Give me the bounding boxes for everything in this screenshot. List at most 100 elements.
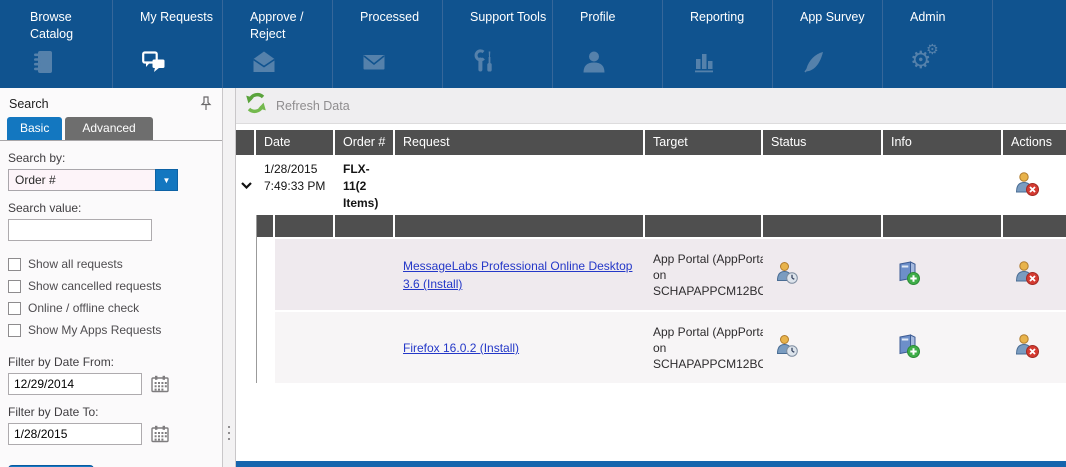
nested-header-cell — [395, 215, 645, 237]
search-value-label: Search value: — [0, 191, 222, 219]
nested-header-cell — [883, 215, 1003, 237]
column-expand — [236, 130, 256, 155]
date-cell — [275, 239, 335, 310]
nested-header — [257, 215, 1066, 237]
group-date: 1/28/2015 7:49:33 PM — [256, 155, 335, 215]
checkbox-label: Show cancelled requests — [28, 279, 161, 293]
nav-label: Approve / Reject — [250, 9, 334, 43]
pin-icon[interactable] — [200, 96, 212, 111]
refresh-label: Refresh Data — [276, 99, 350, 113]
date-from-input[interactable] — [8, 373, 142, 395]
footer-bar — [236, 461, 1066, 467]
checkbox[interactable] — [8, 324, 21, 337]
request-cell: MessageLabs Professional Online Desktop … — [395, 239, 645, 310]
requests-table: Date Order # Request Target Status Info … — [236, 130, 1066, 383]
checkbox[interactable] — [8, 280, 21, 293]
request-link[interactable]: Firefox 16.0.2 (Install) — [403, 339, 519, 357]
column-request[interactable]: Request — [395, 130, 645, 155]
status-cell — [763, 239, 883, 310]
refresh-icon — [244, 91, 268, 120]
nav-label: Reporting — [690, 9, 774, 26]
target-cell: App Portal (AppPortal) on SCHAPAPPCM12BO… — [645, 312, 763, 383]
nested-header-cell — [335, 215, 395, 237]
checkbox-show-all-requests[interactable]: Show all requests — [0, 253, 222, 275]
envelope-icon — [360, 48, 388, 76]
cancel-request-icon[interactable] — [1014, 171, 1040, 200]
nav-reporting[interactable]: Reporting — [663, 0, 773, 88]
request-row: Firefox 16.0.2 (Install) App Portal (App… — [257, 312, 1066, 383]
nav-label: Support Tools — [470, 9, 554, 26]
column-order[interactable]: Order # — [335, 130, 395, 155]
nav-label: Browse Catalog — [30, 9, 114, 43]
package-add-icon[interactable] — [895, 333, 921, 362]
actions-cell — [1003, 239, 1066, 310]
column-date[interactable]: Date — [256, 130, 335, 155]
nested-header-cell — [257, 215, 275, 237]
checkbox-show-cancelled-requests[interactable]: Show cancelled requests — [0, 275, 222, 297]
info-cell — [883, 312, 1003, 383]
tab-basic[interactable]: Basic — [7, 117, 62, 140]
user-pending-icon[interactable] — [775, 261, 799, 288]
chevron-down-icon[interactable]: ▼ — [155, 169, 178, 191]
package-add-icon[interactable] — [895, 260, 921, 289]
filter-checkboxes: Show all requests Show cancelled request… — [0, 253, 222, 341]
column-info[interactable]: Info — [883, 130, 1003, 155]
refresh-data-button[interactable]: Refresh Data — [244, 91, 350, 120]
column-actions[interactable]: Actions — [1003, 130, 1066, 155]
tools-icon — [470, 48, 498, 76]
checkbox-label: Show all requests — [28, 257, 123, 271]
cancel-request-icon[interactable] — [1014, 333, 1040, 362]
nav-profile[interactable]: Profile — [553, 0, 663, 88]
nav-label: Processed — [360, 9, 444, 26]
row-gutter — [257, 312, 275, 383]
search-by-select[interactable]: Order # — [8, 169, 155, 191]
nav-app-survey[interactable]: App Survey — [773, 0, 883, 88]
info-cell — [883, 239, 1003, 310]
panel-splitter[interactable] — [222, 88, 236, 467]
column-target[interactable]: Target — [645, 130, 763, 155]
nav-admin[interactable]: Admin ⚙⚙ — [883, 0, 993, 88]
calendar-icon[interactable] — [151, 425, 170, 443]
row-gutter — [257, 239, 275, 310]
empty-cell — [395, 155, 645, 215]
top-navigation: Browse Catalog My Requests Approve / Rej… — [0, 0, 1066, 88]
nav-label: My Requests — [140, 9, 224, 26]
nav-processed[interactable]: Processed — [333, 0, 443, 88]
checkbox[interactable] — [8, 302, 21, 315]
search-panel-title: Search — [9, 97, 49, 111]
person-icon — [580, 48, 608, 76]
nav-label: App Survey — [800, 9, 884, 26]
calendar-icon[interactable] — [151, 375, 170, 393]
splitter-grip-icon[interactable] — [228, 426, 230, 444]
date-to-input[interactable] — [8, 423, 142, 445]
user-pending-icon[interactable] — [775, 334, 799, 361]
checkbox[interactable] — [8, 258, 21, 271]
date-to-label: Filter by Date To: — [0, 395, 222, 423]
search-panel: Search Basic Advanced Search by: Order #… — [0, 88, 222, 467]
bar-chart-icon — [690, 48, 718, 76]
tab-advanced[interactable]: Advanced — [65, 117, 152, 140]
app-portal-window: Browse Catalog My Requests Approve / Rej… — [0, 0, 1066, 467]
column-status[interactable]: Status — [763, 130, 883, 155]
checkbox-online-offline-check[interactable]: Online / offline check — [0, 297, 222, 319]
nav-approve-reject[interactable]: Approve / Reject — [223, 0, 333, 88]
checkbox-show-my-apps-requests[interactable]: Show My Apps Requests — [0, 319, 222, 341]
catalog-icon — [30, 48, 58, 76]
request-row: MessageLabs Professional Online Desktop … — [257, 239, 1066, 310]
nav-support-tools[interactable]: Support Tools — [443, 0, 553, 88]
nav-browse-catalog[interactable]: Browse Catalog — [3, 0, 113, 88]
nav-label: Profile — [580, 9, 664, 26]
request-link[interactable]: MessageLabs Professional Online Desktop … — [403, 257, 637, 293]
nav-label: Admin — [910, 9, 994, 26]
search-value-input[interactable] — [8, 219, 152, 241]
request-cell: Firefox 16.0.2 (Install) — [395, 312, 645, 383]
quill-icon — [800, 48, 828, 76]
cancel-request-icon[interactable] — [1014, 260, 1040, 289]
order-items-group: MessageLabs Professional Online Desktop … — [256, 215, 1066, 383]
nested-header-cell — [275, 215, 335, 237]
nested-header-cell — [1003, 215, 1066, 237]
checkbox-label: Online / offline check — [28, 301, 139, 315]
nav-my-requests[interactable]: My Requests — [113, 0, 223, 88]
collapse-chevron-icon[interactable] — [236, 155, 256, 215]
order-group-row: 1/28/2015 7:49:33 PM FLX-11(2 Items) — [236, 155, 1066, 215]
